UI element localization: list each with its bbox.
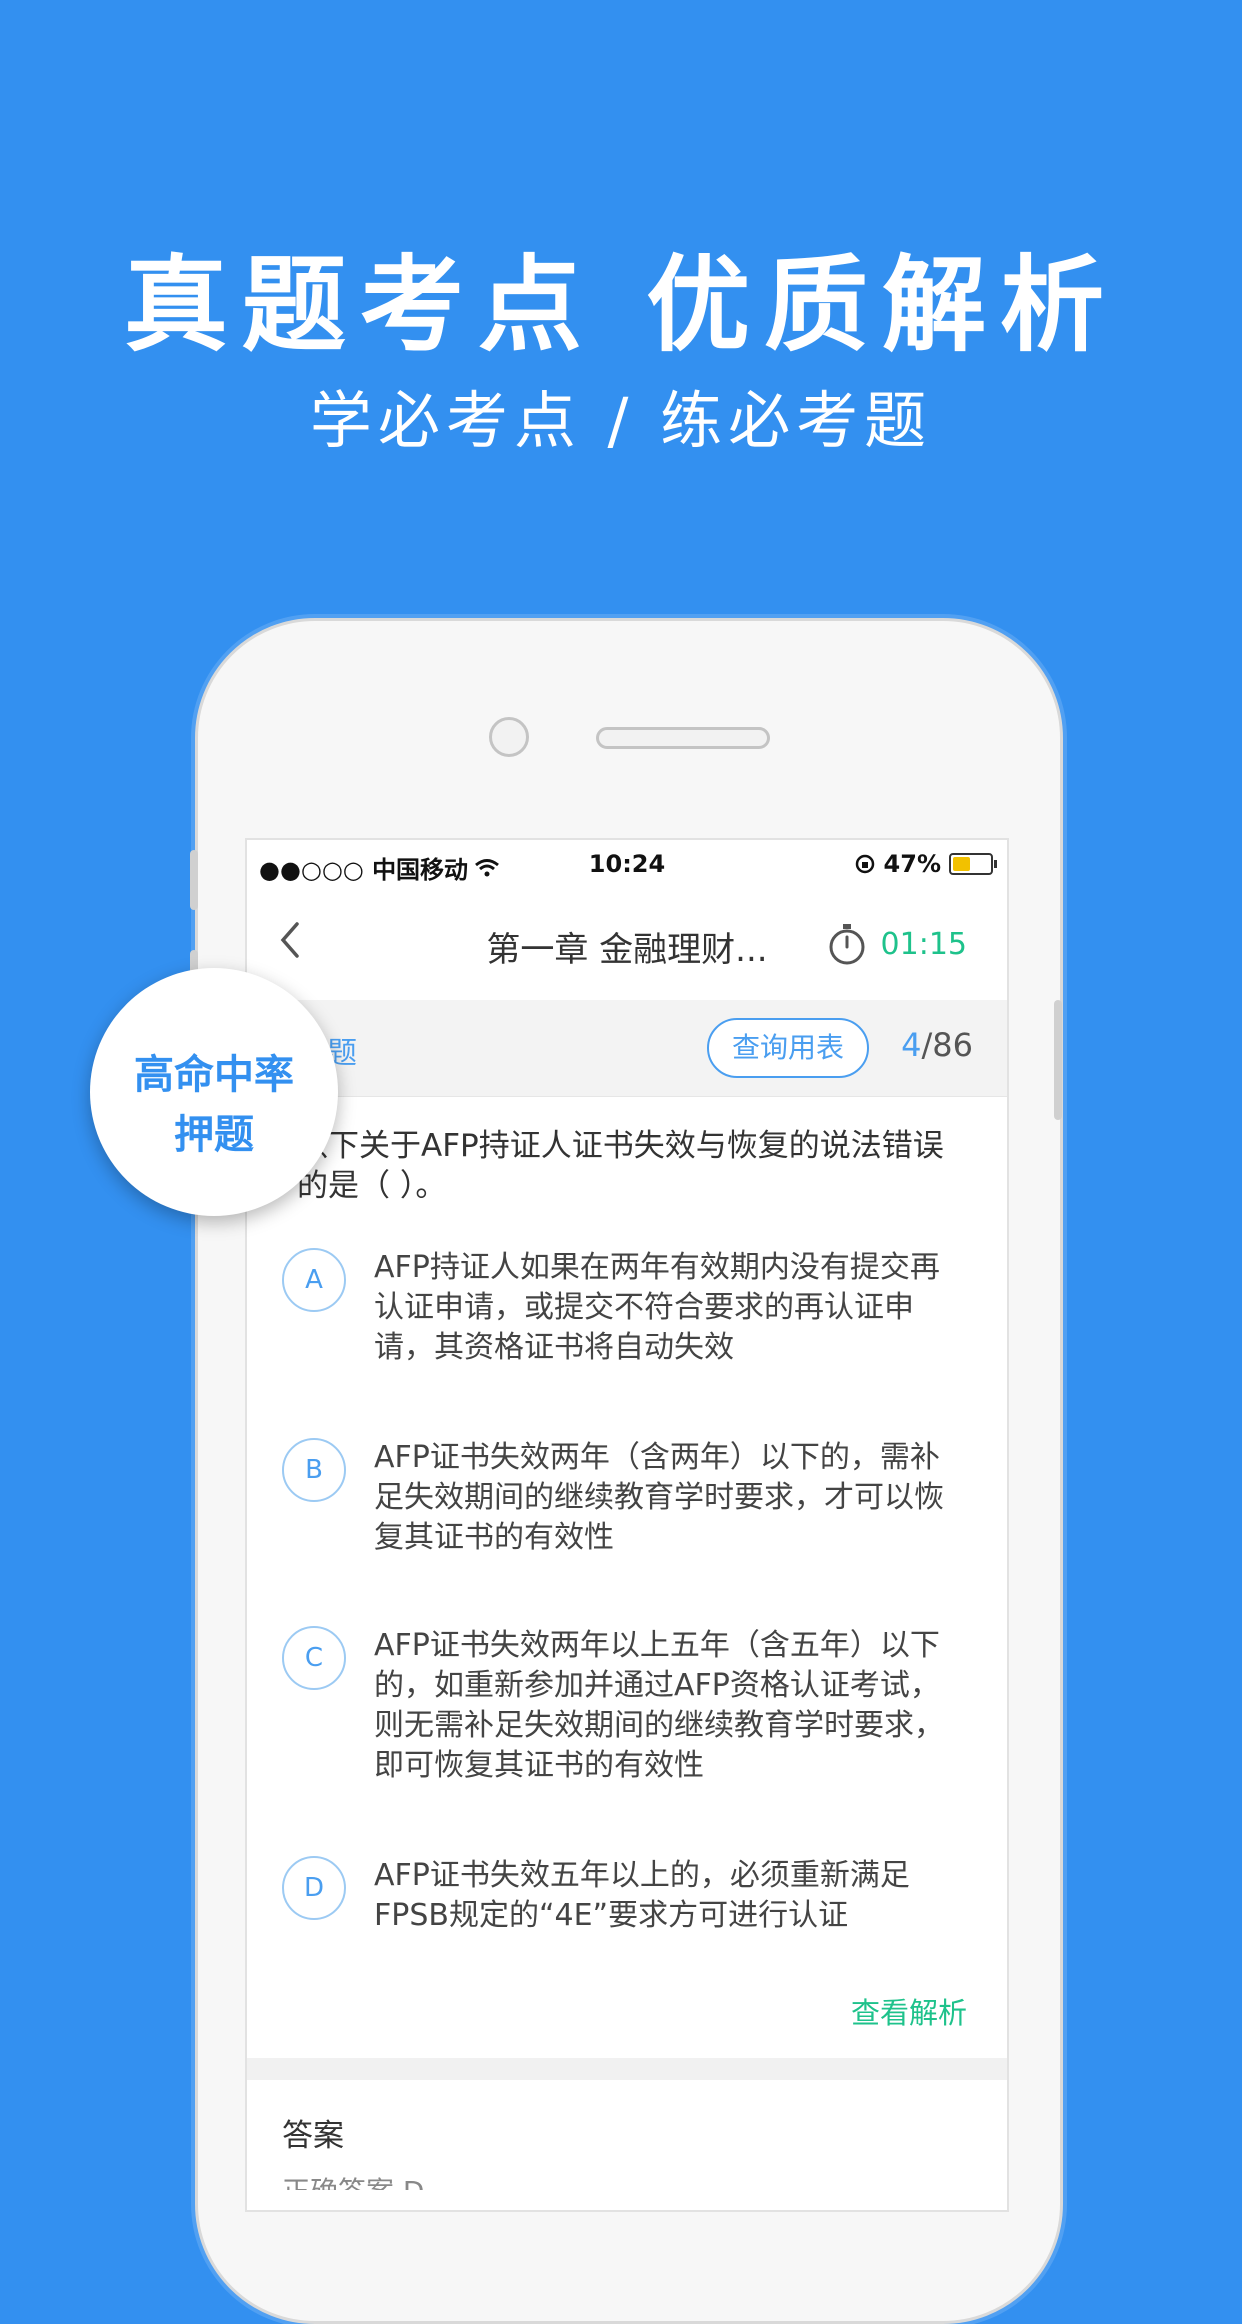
lookup-table-button[interactable]: 查询用表: [707, 1018, 869, 1078]
view-analysis-link[interactable]: 查看解析: [851, 1990, 967, 2032]
badge-line-1: 高命中率: [134, 1052, 294, 1098]
phone-side-button: [190, 850, 198, 910]
answer-label: 答案: [282, 2118, 344, 2154]
option-a[interactable]: A AFP持证人如果在两年有效期内没有提交再认证申请，或提交不符合要求的再认证申…: [282, 1248, 972, 1365]
option-c[interactable]: C AFP证书失效两年以上五年（含五年）以下的，如重新参加并通过AFP资格认证考…: [282, 1626, 972, 1786]
question-bar: 选题 查询用表 4/86: [247, 1000, 1007, 1097]
answer-sub: 正确答案 D: [282, 2170, 424, 2190]
option-text: AFP证书失效两年以上五年（含五年）以下的，如重新参加并通过AFP资格认证考试，…: [374, 1628, 944, 1783]
option-letter-badge: D: [282, 1856, 346, 1920]
option-letter-badge: B: [282, 1438, 346, 1502]
option-b[interactable]: B AFP证书失效两年（含两年）以下的，需补足失效期间的继续教育学时要求，才可以…: [282, 1438, 972, 1555]
option-letter-badge: C: [282, 1626, 346, 1690]
option-text: AFP证书失效五年以上的，必须重新满足FPSB规定的“4E”要求方可进行认证: [374, 1858, 910, 1933]
question-progress: 4/86: [901, 1026, 973, 1064]
option-text: AFP证书失效两年（含两年）以下的，需补足失效期间的继续教育学时要求，才可以恢复…: [374, 1440, 944, 1555]
status-bar: ●●○○○ 中国移动 10:24 47%: [247, 840, 1007, 890]
section-divider: [247, 2058, 1007, 2080]
question-stem: 以下关于AFP持证人证书失效与恢复的说法错误的是（ ）。: [297, 1128, 944, 1204]
phone-speaker: [596, 727, 770, 749]
badge-line-2: 押题: [174, 1112, 254, 1158]
hero-subheadline: 学必考点 / 练必考题: [309, 384, 933, 457]
battery-icon: [949, 853, 997, 875]
nav-bar: 第一章 金融理财... 01:15: [247, 890, 1007, 1000]
phone-side-button: [1054, 1000, 1062, 1120]
current-question-number: 4: [901, 1026, 922, 1064]
stopwatch-icon: [829, 924, 865, 965]
option-text: AFP持证人如果在两年有效期内没有提交再认证申请，或提交不符合要求的再认证申请，…: [374, 1250, 940, 1365]
option-d[interactable]: D AFP证书失效五年以上的，必须重新满足FPSB规定的“4E”要求方可进行认证: [282, 1856, 972, 1936]
timer-value: 01:15: [880, 926, 967, 962]
rotation-lock-icon: [855, 854, 874, 874]
total-questions: /86: [921, 1026, 974, 1064]
phone-screen: ●●○○○ 中国移动 10:24 47% 第一章 金融理财... 01:15 查…: [245, 838, 1009, 2212]
battery-percent: 47%: [883, 850, 941, 878]
hero-headline: 真题考点 优质解析: [123, 244, 1119, 366]
option-letter-badge: A: [282, 1248, 346, 1312]
phone-camera: [489, 717, 529, 757]
high-hit-rate-badge: 高命中率 押题: [90, 968, 338, 1216]
exam-timer: 01:15: [827, 922, 967, 966]
